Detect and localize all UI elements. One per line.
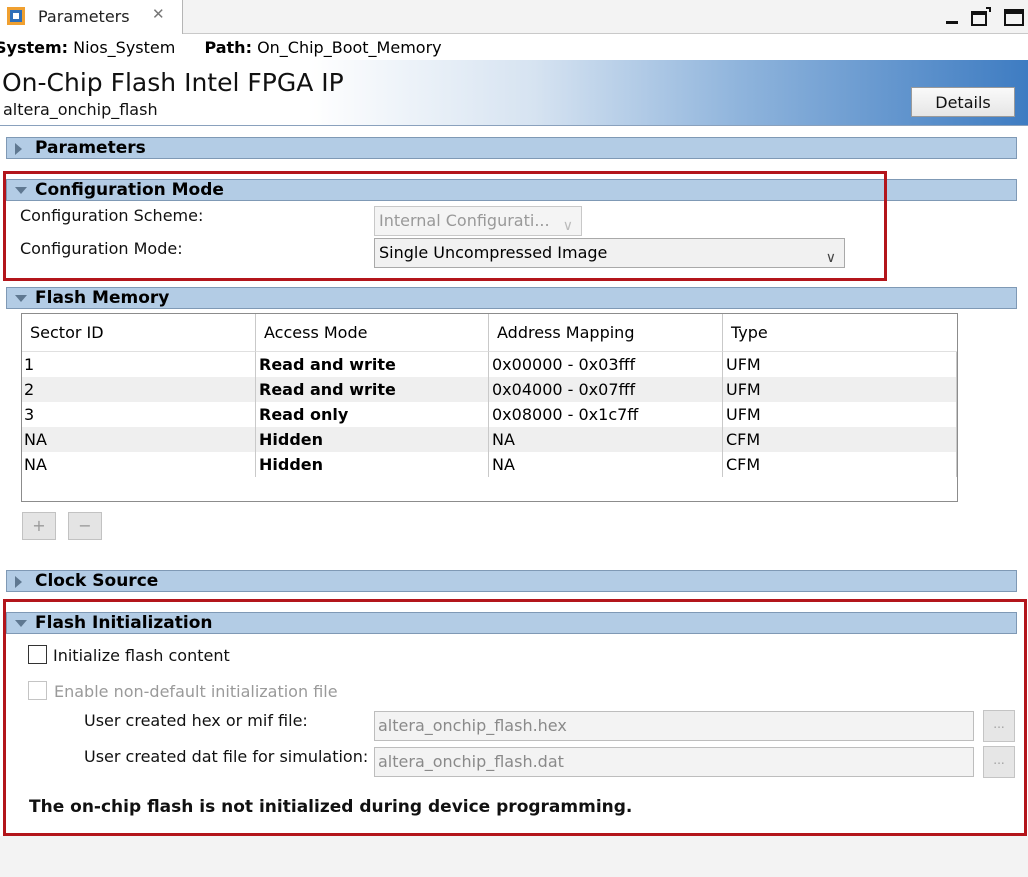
section-title: Flash Memory [35, 288, 170, 308]
cell-type: UFM [723, 352, 957, 377]
ip-header-banner: On-Chip Flash Intel FPGA IP altera_onchi… [0, 60, 1028, 126]
cell-access-mode: Read and write [256, 352, 489, 377]
cell-address-mapping: 0x04000 - 0x07fff [489, 377, 723, 402]
parameters-tab-icon [7, 7, 25, 25]
table-row[interactable]: 1 Read and write 0x00000 - 0x03fff UFM [22, 352, 957, 377]
cell-address-mapping: 0x00000 - 0x03fff [489, 352, 723, 377]
cell-type: CFM [723, 452, 957, 477]
cell-type: CFM [723, 427, 957, 452]
tab-label: Parameters [38, 7, 130, 26]
add-row-button[interactable]: + [22, 512, 56, 540]
table-row[interactable]: 3 Read only 0x08000 - 0x1c7ff UFM [22, 402, 957, 427]
remove-row-button[interactable]: − [68, 512, 102, 540]
ip-component-name: altera_onchip_flash [3, 100, 158, 119]
cell-access-mode: Read and write [256, 377, 489, 402]
column-header[interactable]: Sector ID [22, 314, 256, 352]
tab-parameters[interactable]: Parameters ✕ [0, 0, 183, 34]
path-label: Path: [204, 38, 252, 57]
bottom-empty-area [0, 836, 1028, 877]
table-row[interactable]: NA Hidden NA CFM [22, 452, 957, 477]
highlight-box-flash-initialization [3, 599, 1027, 836]
system-label: System: [0, 38, 69, 57]
section-title: Clock Source [35, 571, 159, 591]
cell-access-mode: Hidden [256, 452, 489, 477]
column-header[interactable]: Type [723, 314, 957, 352]
cell-sector-id: 3 [22, 402, 256, 427]
column-header[interactable]: Access Mode [256, 314, 489, 352]
path-bar: System: Nios_System Path: On_Chip_Boot_M… [0, 38, 442, 62]
close-icon[interactable]: ✕ [152, 5, 165, 23]
cell-address-mapping: 0x08000 - 0x1c7ff [489, 402, 723, 427]
section-flash-memory[interactable]: Flash Memory [6, 287, 1017, 309]
cell-access-mode: Read only [256, 402, 489, 427]
maximize-icon[interactable] [1003, 6, 1025, 28]
cell-type: UFM [723, 402, 957, 427]
sector-table: Sector ID Access Mode Address Mapping Ty… [21, 313, 958, 502]
cell-sector-id: 1 [22, 352, 256, 377]
expand-arrow-icon [15, 143, 22, 155]
minimize-icon[interactable] [944, 6, 960, 28]
cell-type: UFM [723, 377, 957, 402]
cell-access-mode: Hidden [256, 427, 489, 452]
highlight-box-configuration [3, 171, 887, 281]
column-header[interactable]: Address Mapping [489, 314, 723, 352]
cell-address-mapping: NA [489, 452, 723, 477]
path-value: On_Chip_Boot_Memory [257, 38, 442, 57]
collapse-arrow-icon [15, 295, 27, 302]
page-title: On-Chip Flash Intel FPGA IP [2, 68, 344, 97]
cell-sector-id: NA [22, 452, 256, 477]
restore-icon[interactable] [970, 6, 992, 28]
expand-arrow-icon [15, 576, 22, 588]
cell-sector-id: 2 [22, 377, 256, 402]
details-button[interactable]: Details [911, 87, 1015, 117]
section-title: Parameters [35, 138, 146, 158]
table-row[interactable]: 2 Read and write 0x04000 - 0x07fff UFM [22, 377, 957, 402]
system-value: Nios_System [73, 38, 176, 57]
section-clock-source[interactable]: Clock Source [6, 570, 1017, 592]
section-parameters[interactable]: Parameters [6, 137, 1017, 159]
cell-address-mapping: NA [489, 427, 723, 452]
cell-sector-id: NA [22, 427, 256, 452]
tab-bar: Parameters ✕ [0, 0, 1028, 34]
table-row[interactable]: NA Hidden NA CFM [22, 427, 957, 452]
